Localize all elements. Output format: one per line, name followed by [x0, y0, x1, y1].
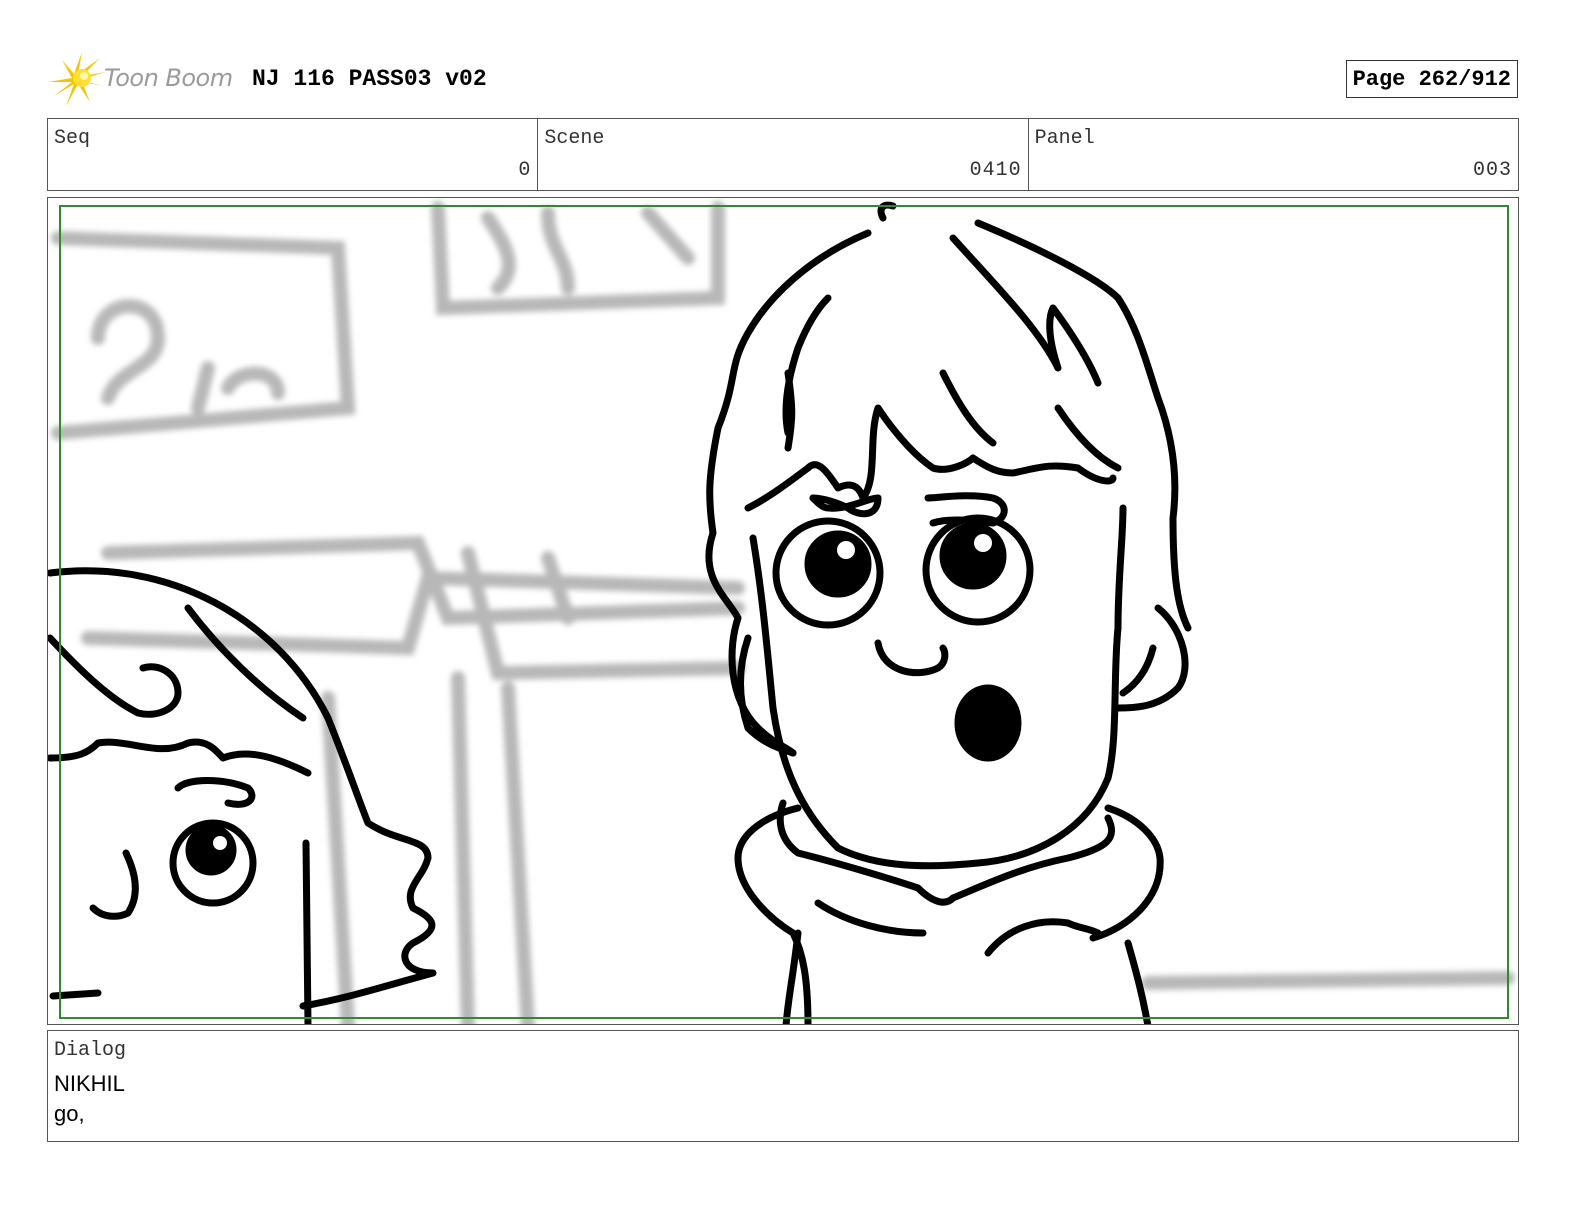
seq-value: 0	[518, 159, 532, 182]
header: Toon Boom NJ 116 PASS03 v02 Page 262/912	[48, 50, 1520, 110]
document-title: NJ 116 PASS03 v02	[252, 66, 487, 92]
panel-cell: Panel 003	[1029, 119, 1518, 190]
seq-label: Seq	[54, 127, 91, 150]
panel-drawing	[48, 201, 1515, 1024]
dialog-speaker: NIKHIL	[54, 1071, 125, 1096]
scene-label: Scene	[544, 127, 605, 150]
storyboard-panel	[47, 197, 1519, 1025]
panel-label: Panel	[1034, 127, 1095, 150]
dialog-label: Dialog	[54, 1039, 127, 1062]
scene-value: 0410	[969, 159, 1022, 182]
scene-cell: Scene 0410	[538, 119, 1029, 190]
panel-info-row: Seq 0 Scene 0410 Panel 003	[47, 118, 1519, 191]
star-burst-icon	[48, 52, 106, 106]
safe-frame	[59, 205, 1509, 1019]
page-number: Page 262/912	[1345, 60, 1518, 98]
toon-boom-logo: Toon Boom	[48, 52, 238, 108]
main-character	[705, 201, 1192, 1024]
seq-cell: Seq 0	[48, 119, 539, 190]
background-sketch	[51, 201, 1515, 1024]
dialog-box: Dialog NIKHIL go,	[47, 1030, 1519, 1142]
panel-value: 003	[1472, 159, 1512, 182]
dialog-text: go,	[54, 1101, 85, 1126]
logo-text: Toon Boom	[104, 64, 233, 92]
